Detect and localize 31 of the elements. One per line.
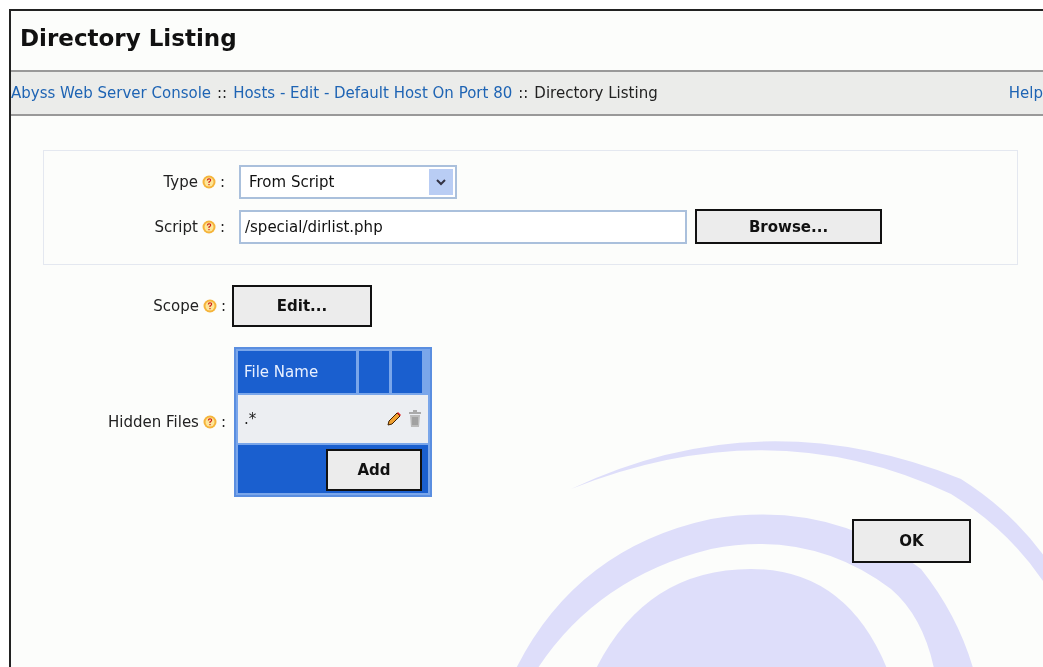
pencil-icon[interactable] bbox=[386, 411, 402, 427]
breadcrumb-link[interactable]: Hosts - Edit - Default Host On Port 80 bbox=[233, 84, 513, 102]
field-label: Type bbox=[163, 173, 198, 191]
help-link[interactable]: Help bbox=[1008, 84, 1043, 102]
column-header: File Name bbox=[238, 351, 356, 393]
column-header bbox=[392, 351, 422, 393]
help-icon[interactable] bbox=[202, 299, 217, 313]
help-icon[interactable] bbox=[202, 415, 217, 429]
table-cell-text: .* bbox=[244, 410, 258, 428]
field-label: Hidden Files bbox=[108, 413, 199, 431]
label-colon: : bbox=[219, 217, 225, 236]
column-header bbox=[359, 351, 389, 393]
label-colon: : bbox=[220, 413, 226, 431]
add-button[interactable]: Add bbox=[326, 449, 422, 491]
help-icon[interactable] bbox=[201, 175, 216, 189]
breadcrumb-separator: :: bbox=[217, 84, 228, 102]
edit-scope-button[interactable]: Edit... bbox=[232, 285, 372, 327]
breadcrumb-current: Directory Listing bbox=[534, 84, 658, 102]
field-label: Scope bbox=[153, 297, 199, 315]
trash-icon[interactable] bbox=[408, 410, 422, 428]
window-title: Directory Listing bbox=[19, 24, 238, 53]
help-icon[interactable] bbox=[201, 219, 216, 234]
breadcrumb-link[interactable]: Abyss Web Server Console bbox=[11, 84, 212, 102]
label-colon: : bbox=[220, 297, 226, 315]
ok-button[interactable]: OK bbox=[852, 519, 971, 563]
script-input-field[interactable]: /special/dirlist.php bbox=[239, 209, 687, 244]
type-dropdown[interactable]: From Script bbox=[239, 165, 457, 199]
browse-button[interactable]: Browse... bbox=[695, 209, 882, 244]
field-label: Script bbox=[154, 217, 198, 236]
breadcrumb-separator: :: bbox=[518, 84, 529, 102]
label-colon: : bbox=[219, 173, 225, 191]
